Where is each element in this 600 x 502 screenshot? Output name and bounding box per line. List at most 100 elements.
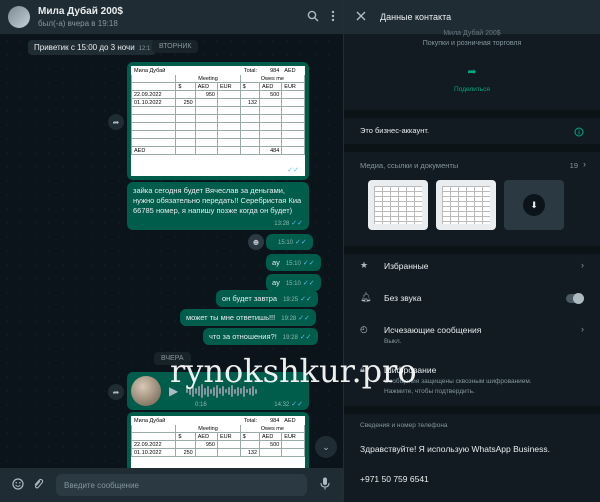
message-list[interactable]: Приветик с 15:00 до 3 ночи 12:1 ВТОРНИК ➦… xyxy=(0,34,343,468)
media-thumbnail-image xyxy=(442,186,490,224)
read-ticks-icon: ✓✓ xyxy=(287,167,299,174)
message-time-text: 13:18 xyxy=(270,168,286,174)
chat-title: Мила Дубай 200$ xyxy=(38,6,123,17)
sheet-cell xyxy=(239,90,261,99)
chat-header[interactable]: Мила Дубай 200$ был(-а) вчера в 19:18 xyxy=(0,0,343,34)
chat-status: был(-а) вчера в 19:18 xyxy=(38,19,118,28)
close-icon[interactable] xyxy=(356,10,366,24)
message-time: 15:10 ✓✓ xyxy=(286,279,315,287)
sheet-cell xyxy=(281,448,305,457)
media-thumbnail[interactable]: ⬇ xyxy=(504,180,564,230)
message-time-text: 15:10 xyxy=(285,281,301,287)
lock-icon: 🔒︎ xyxy=(360,364,365,374)
text-message[interactable]: что за отношения?! 19:28 ✓✓ xyxy=(203,328,318,345)
chat-preview-tooltip: Приветик с 15:00 до 3 ночи 12:1 xyxy=(28,40,157,55)
sheet-col-owes: Owes me xyxy=(239,74,305,83)
sheet-cur: AED xyxy=(259,82,283,91)
mute-toggle[interactable] xyxy=(566,293,584,304)
disappearing-status: Выкл. xyxy=(384,338,402,345)
sheet-cell xyxy=(217,440,241,449)
play-icon[interactable]: ▶ xyxy=(169,384,178,398)
preview-time: 12:1 xyxy=(138,46,151,52)
text-message[interactable]: ау 15:10 ✓✓ xyxy=(266,274,321,291)
section-gap xyxy=(344,406,600,414)
chevron-right-icon[interactable]: › xyxy=(581,324,584,334)
emoji-icon[interactable] xyxy=(8,477,28,493)
disappearing-messages-row[interactable]: ◴ Исчезающие сообщения xyxy=(360,324,584,335)
sheet-cell xyxy=(217,90,241,99)
sheet-col-meeting: Meeting xyxy=(175,424,241,433)
media-section[interactable]: Медиа, ссылки и документы 19 › ⬇ xyxy=(344,152,600,246)
mic-icon[interactable] xyxy=(315,477,335,493)
sheet-cell xyxy=(259,98,283,107)
sheet-cell xyxy=(217,98,241,107)
contact-avatar[interactable] xyxy=(8,6,30,28)
sheet-cell xyxy=(259,448,283,457)
mute-row[interactable]: 🔔︎ Без звука xyxy=(360,292,584,303)
text-message[interactable]: может ты мне ответишь!!! 19:28 ✓✓ xyxy=(180,309,316,326)
emoji-reaction-icon[interactable]: ☻ xyxy=(248,234,264,250)
message-time-text: 14:32 xyxy=(274,402,290,408)
sheet-cell: 22.09.2022 xyxy=(131,440,177,449)
phone-number[interactable]: +971 50 759 6541 xyxy=(360,474,429,484)
encryption-row[interactable]: 🔒︎ Шифрование xyxy=(360,364,584,375)
sheet-cell xyxy=(217,448,241,457)
favorites-row[interactable]: ★ Избранные xyxy=(360,260,584,271)
image-message-2[interactable]: Мила Дубай Total: 984 AED Meeting Owes me $ A… xyxy=(127,412,309,468)
media-thumbnail-image xyxy=(374,186,422,224)
sheet-cell: 950 xyxy=(194,440,219,449)
voice-duration: 0:16 xyxy=(195,402,207,408)
sheet-cell: 250 xyxy=(175,98,196,107)
message-time-text: 19:28 xyxy=(282,335,298,341)
chevron-right-icon[interactable]: › xyxy=(581,260,584,270)
sheet-name: Мила Дубай xyxy=(131,416,218,425)
search-icon[interactable] xyxy=(307,10,319,25)
sheet-currency: AED xyxy=(281,416,305,425)
bell-icon: 🔔︎ xyxy=(360,292,372,302)
media-thumbnail[interactable] xyxy=(368,180,428,230)
contact-panel-title: Данные контакта xyxy=(380,12,452,22)
message-text: может ты мне ответишь!!! xyxy=(186,313,276,322)
spreadsheet-image[interactable]: Мила Дубай Total: 984 AED Meeting Owes me $ A… xyxy=(131,416,305,468)
sheet-total-label: Total: xyxy=(216,416,261,425)
business-account-section[interactable]: Это бизнес-аккаунт. xyxy=(344,118,600,144)
attach-icon[interactable] xyxy=(28,478,48,493)
message-time-text: 13:28 xyxy=(274,221,290,227)
text-message[interactable]: ау 15:10 ✓✓ xyxy=(266,254,321,271)
download-icon[interactable]: ⬇ xyxy=(523,194,545,216)
share-icon[interactable]: ➦ xyxy=(344,65,600,78)
about-label: Сведения и номер телефона xyxy=(360,422,448,429)
chat-header-text[interactable]: Мила Дубай 200$ был(-а) вчера в 19:18 xyxy=(38,6,295,28)
read-ticks-icon: ✓✓ xyxy=(300,296,312,303)
menu-icon[interactable] xyxy=(331,10,335,25)
share-button[interactable]: Поделиться xyxy=(344,86,600,93)
business-account-note: Это бизнес-аккаунт. xyxy=(360,126,430,135)
text-message[interactable]: 15:10 ✓✓ xyxy=(266,234,313,250)
chevron-right-icon[interactable]: › xyxy=(583,159,586,169)
text-message[interactable]: он будет завтра 19:25 ✓✓ xyxy=(216,290,318,307)
scroll-down-button[interactable]: ⌄ xyxy=(315,436,337,458)
text-message[interactable]: зайка сегодня будет Вячеслав за деньгами… xyxy=(127,182,309,230)
media-thumbnail[interactable] xyxy=(436,180,496,230)
message-time: 19:28 ✓✓ xyxy=(281,314,310,322)
info-icon[interactable] xyxy=(574,124,584,142)
read-ticks-icon: ✓✓ xyxy=(298,315,310,322)
sheet-cell: 132 xyxy=(239,448,261,457)
forward-icon[interactable]: ➦ xyxy=(108,384,124,400)
voice-message[interactable]: ▶ 0:16 14:32 ✓✓ xyxy=(127,372,309,410)
section-gap xyxy=(344,144,600,152)
spreadsheet-image[interactable]: Мила Дубай Total: 984 AED Meeting Owes me $ A… xyxy=(131,66,305,176)
message-input[interactable] xyxy=(56,474,307,496)
message-time-text: 19:25 xyxy=(283,297,299,303)
image-message-1[interactable]: Мила Дубай Total: 984 AED Meeting Owes me $ A… xyxy=(127,62,309,180)
voice-waveform[interactable] xyxy=(186,384,258,398)
sheet-cell: 250 xyxy=(175,448,196,457)
encryption-verify[interactable]: Нажмите, чтобы подтвердить. xyxy=(384,388,475,395)
forward-icon[interactable]: ➦ xyxy=(108,114,124,130)
sheet-total-label: Total: xyxy=(216,66,261,75)
sheet-cell: 500 xyxy=(259,90,283,99)
settings-section: ★ Избранные › 🔔︎ Без звука ◴ Исчезающие соо… xyxy=(344,254,600,406)
sheet-cur: EUR xyxy=(281,82,305,91)
spreadsheet-table: Мила Дубай Total: 984 AED Meeting Owes me $ A… xyxy=(131,416,305,457)
sheet-cur: $ xyxy=(239,432,261,441)
